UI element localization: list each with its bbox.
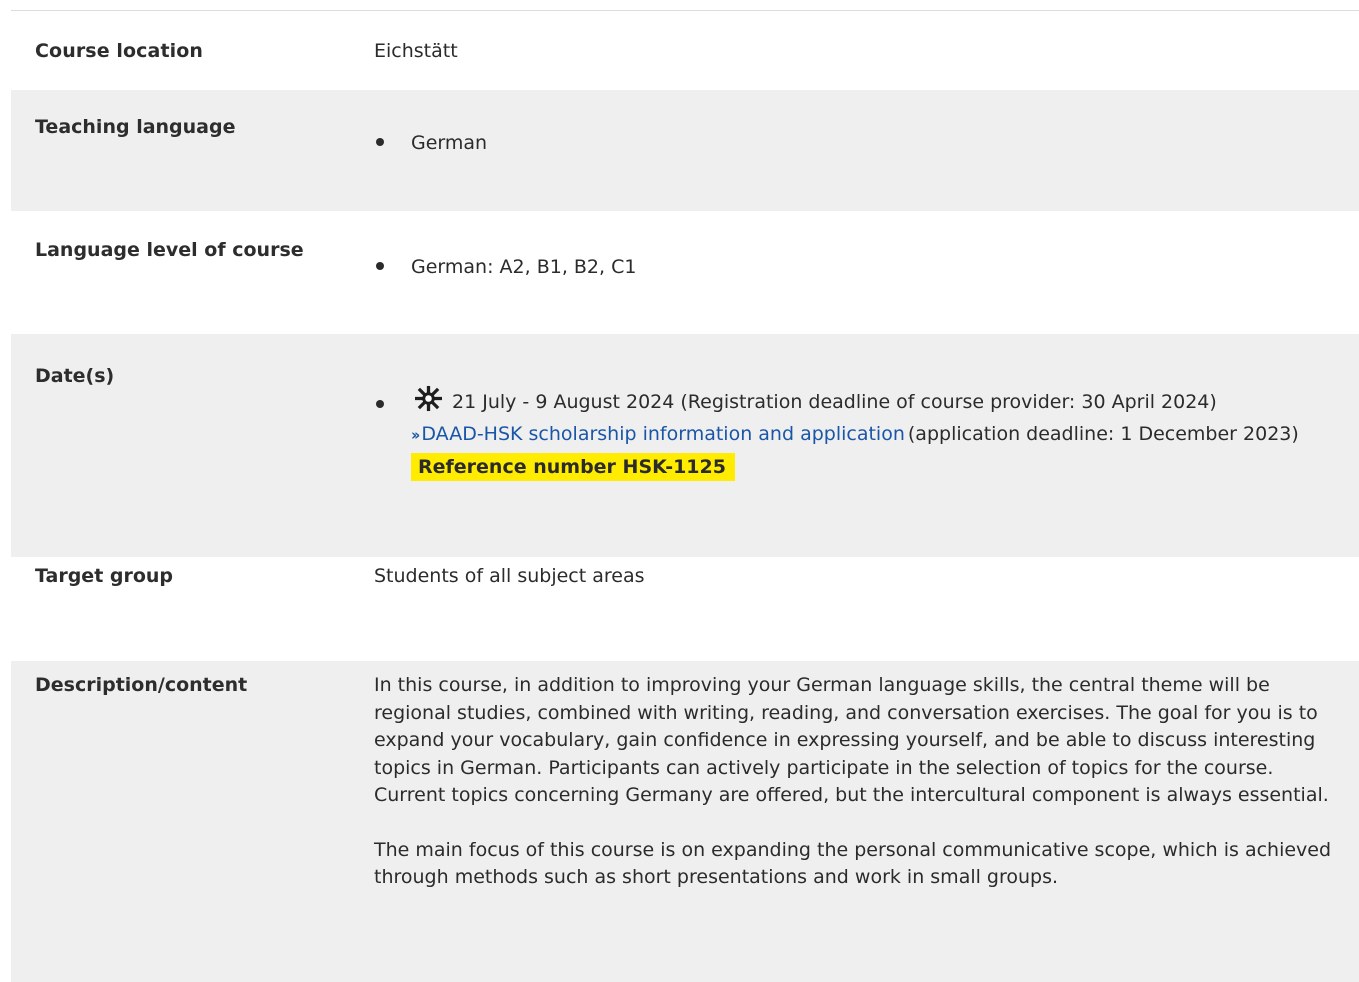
language-level-value: German: A2, B1, B2, C1 [411,256,637,278]
dates-label-wrap: Date(s) [35,365,114,387]
double-chevron-right-icon: ›› [411,426,421,444]
description-label-wrap: Description/content [35,674,247,696]
list-item: German [374,128,487,158]
row-label: Description/content [35,674,248,696]
language-level-label-wrap: Language level of course [35,239,304,261]
teaching-language-list: German [374,128,487,158]
sun-icon [415,385,442,412]
bullet [376,400,384,408]
target-group-value: Students of all subject areas [374,565,645,587]
scholarship-line: ›› DAAD-HSK scholarship information and a… [411,418,1299,451]
reference-number-badge: Reference number HSK-1125 [411,453,735,481]
dates-list: 21 July - 9 August 2024 (Registration de… [374,385,1299,481]
language-level-list: German: A2, B1, B2, C1 [374,252,636,282]
list-item: 21 July - 9 August 2024 (Registration de… [374,385,1299,481]
description-paragraph: The main focus of this course is on expa… [374,838,1332,889]
teaching-language-value: German [411,132,488,154]
bullet [376,138,384,146]
bullet [376,262,384,270]
application-deadline-text: (application deadline: 1 December 2023) [907,423,1299,445]
content-layer: Teaching language German Language level … [0,0,1359,982]
row-label: Teaching language [35,116,236,138]
description-content: In this course, in addition to improving… [374,672,1349,892]
target-group-label-wrap: Target group [35,565,173,587]
row-label: Target group [35,565,174,587]
description-paragraph: In this course, in addition to improving… [374,674,1329,806]
dates-line: 21 July - 9 August 2024 (Registration de… [411,385,1299,418]
row-label: Date(s) [35,365,115,387]
dates-text: 21 July - 9 August 2024 (Registration de… [452,391,1217,413]
scholarship-link[interactable]: DAAD-HSK scholarship information and app… [421,423,905,445]
list-item: German: A2, B1, B2, C1 [374,252,636,282]
row-label: Language level of course [35,239,304,261]
teaching-language-label: Teaching language [35,116,235,138]
